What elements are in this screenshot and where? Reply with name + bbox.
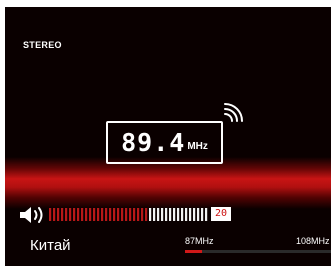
volume-level: 20: [211, 207, 231, 221]
volume-tick: [173, 208, 176, 221]
volume-tick: [113, 208, 116, 221]
volume-tick: [61, 208, 64, 221]
frequency-unit: MHz: [187, 141, 208, 152]
volume-tick: [161, 208, 164, 221]
region-label: Китай: [30, 237, 71, 254]
band-min-label: 87MHz: [185, 236, 214, 246]
volume-tick: [81, 208, 84, 221]
volume-tick: [97, 208, 100, 221]
volume-tick: [73, 208, 76, 221]
volume-tick: [117, 208, 120, 221]
volume-tick: [165, 208, 168, 221]
volume-tick: [77, 208, 80, 221]
volume-tick: [197, 208, 200, 221]
volume-tick: [69, 208, 72, 221]
radio-screen: STEREO 89.4 MHz 20 Китай 87MHz 108MHz: [5, 7, 331, 266]
volume-tick: [205, 208, 208, 221]
volume-tick: [181, 208, 184, 221]
volume-tick: [193, 208, 196, 221]
volume-tick: [49, 208, 52, 221]
volume-tick: [137, 208, 140, 221]
band-max-label: 108MHz: [296, 236, 330, 246]
volume-tick: [109, 208, 112, 221]
volume-tick: [101, 208, 104, 221]
volume-tick: [133, 208, 136, 221]
frequency-display: 89.4 MHz: [106, 121, 223, 164]
volume-tick: [53, 208, 56, 221]
volume-tick: [65, 208, 68, 221]
volume-tick: [153, 208, 156, 221]
red-glow-band: [5, 157, 331, 209]
frequency-value: 89.4: [121, 128, 186, 157]
volume-tick: [157, 208, 160, 221]
volume-tick: [201, 208, 204, 221]
volume-tick: [105, 208, 108, 221]
volume-tick: [57, 208, 60, 221]
volume-tick: [185, 208, 188, 221]
volume-slider[interactable]: [49, 208, 209, 221]
volume-tick: [129, 208, 132, 221]
volume-tick: [125, 208, 128, 221]
volume-tick: [89, 208, 92, 221]
band-indicator-fill: [185, 250, 202, 253]
signal-icon: [224, 103, 243, 122]
volume-tick: [189, 208, 192, 221]
volume-tick: [149, 208, 152, 221]
stereo-indicator: STEREO: [23, 40, 62, 50]
volume-tick: [93, 208, 96, 221]
volume-tick: [145, 208, 148, 221]
volume-tick: [169, 208, 172, 221]
band-indicator: [185, 250, 331, 253]
volume-tick: [85, 208, 88, 221]
speaker-icon[interactable]: [18, 206, 48, 224]
volume-tick: [141, 208, 144, 221]
volume-tick: [121, 208, 124, 221]
volume-tick: [177, 208, 180, 221]
